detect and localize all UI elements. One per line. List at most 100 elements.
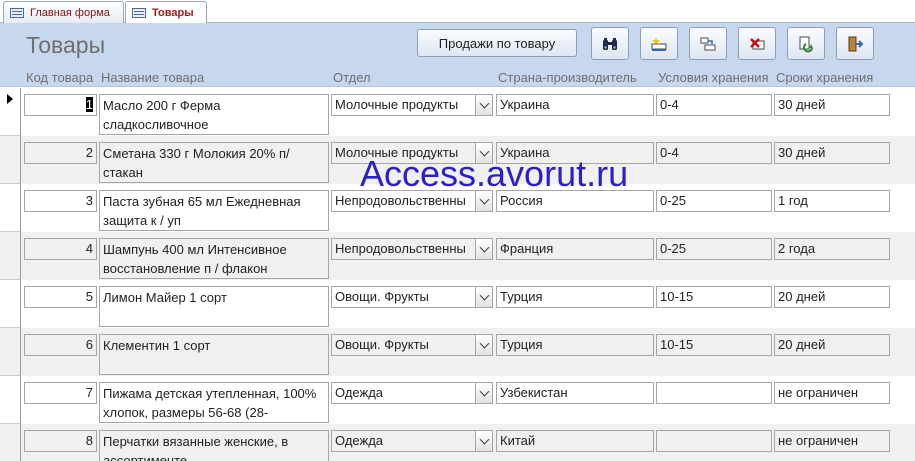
department-value: Овощи. Фрукты — [335, 289, 429, 304]
record-row: 7 Пижама детская утепленная, 100% хлопок… — [0, 376, 915, 424]
find-button[interactable] — [591, 27, 629, 60]
storage-term-field[interactable]: 30 дней — [774, 94, 890, 116]
storage-term-field[interactable]: 30 дней — [774, 142, 890, 164]
product-id-field[interactable]: 5 — [24, 286, 97, 308]
chevron-down-icon[interactable] — [475, 383, 492, 403]
product-name-field[interactable]: Клементин 1 сорт — [99, 334, 329, 375]
chevron-down-icon[interactable] — [475, 239, 492, 259]
form-icon — [10, 7, 24, 18]
storage-term-field[interactable]: 2 года — [774, 238, 890, 260]
product-id-value: 1 — [85, 97, 93, 112]
chevron-down-icon[interactable] — [475, 287, 492, 307]
department-combo[interactable]: Непродовольственны — [331, 190, 493, 212]
column-label-country: Страна-производитель — [498, 70, 637, 85]
product-id-field[interactable]: 6 — [24, 334, 97, 356]
country-field[interactable]: Россия — [496, 190, 654, 212]
storage-term-field[interactable]: 20 дней — [774, 286, 890, 308]
product-name-field[interactable]: Лимон Майер 1 сорт — [99, 286, 329, 327]
refresh-button[interactable] — [787, 27, 825, 60]
department-combo[interactable]: Молочные продукты — [331, 94, 493, 116]
product-id-field[interactable]: 8 — [24, 430, 97, 452]
country-field[interactable]: Франция — [496, 238, 654, 260]
record-selector[interactable] — [0, 376, 21, 424]
storage-term-field[interactable]: не ограничен — [774, 430, 890, 452]
close-form-button[interactable] — [836, 27, 874, 60]
storage-conditions-field[interactable]: 0-4 — [656, 142, 772, 164]
chevron-down-icon[interactable] — [475, 191, 492, 211]
product-name-field[interactable]: Перчатки вязанные женские, в ассортимент… — [99, 430, 329, 461]
department-value: Непродовольственны — [335, 241, 466, 256]
record-row: 1 Масло 200 г Ферма сладкосливочное Моло… — [0, 88, 915, 136]
tab-products[interactable]: Товары — [125, 1, 207, 24]
storage-conditions-field[interactable]: 0-25 — [656, 238, 772, 260]
record-selector[interactable] — [0, 328, 21, 376]
product-name-field[interactable]: Паста зубная 65 мл Ежедневная защита к /… — [99, 190, 329, 231]
column-label-term: Сроки хранения — [776, 70, 874, 85]
country-field[interactable]: Турция — [496, 334, 654, 356]
record-selector[interactable] — [0, 88, 21, 136]
record-selector[interactable] — [0, 184, 21, 232]
department-value: Непродовольственны — [335, 193, 466, 208]
department-combo[interactable]: Овощи. Фрукты — [331, 286, 493, 308]
record-row: 6 Клементин 1 сорт Овощи. Фрукты Турция … — [0, 328, 915, 376]
record-selector[interactable] — [0, 280, 21, 328]
sales-by-product-button[interactable]: Продажи по товару — [417, 29, 577, 57]
product-id-field[interactable]: 3 — [24, 190, 97, 212]
record-selector[interactable] — [0, 232, 21, 280]
tab-label: Товары — [152, 7, 194, 19]
country-field[interactable]: Узбекистан — [496, 382, 654, 404]
department-combo[interactable]: Одежда — [331, 430, 493, 452]
storage-conditions-field[interactable]: 10-15 — [656, 334, 772, 356]
country-field[interactable]: Турция — [496, 286, 654, 308]
chevron-down-icon[interactable] — [475, 143, 492, 163]
form-icon — [132, 8, 146, 18]
department-combo[interactable]: Непродовольственны — [331, 238, 493, 260]
refresh-icon — [799, 36, 813, 52]
delete-record-button[interactable] — [738, 27, 776, 60]
new-record-icon — [651, 36, 667, 51]
record-selector[interactable] — [0, 424, 21, 461]
storage-conditions-field[interactable] — [656, 382, 772, 404]
product-name-field[interactable]: Масло 200 г Ферма сладкосливочное — [99, 94, 329, 135]
country-field[interactable]: Украина — [496, 94, 654, 116]
storage-term-field[interactable]: 20 дней — [774, 334, 890, 356]
country-field[interactable]: Китай — [496, 430, 654, 452]
department-combo[interactable]: Овощи. Фрукты — [331, 334, 493, 356]
record-row: 3 Паста зубная 65 мл Ежедневная защита к… — [0, 184, 915, 232]
column-label-dept: Отдел — [333, 70, 371, 85]
tab-label: Главная форма — [30, 6, 110, 19]
product-id-field[interactable]: 2 — [24, 142, 97, 164]
exit-icon — [848, 36, 864, 51]
product-id-field[interactable]: 4 — [24, 238, 97, 260]
chevron-down-icon[interactable] — [475, 335, 492, 355]
storage-term-field[interactable]: не ограничен — [774, 382, 890, 404]
storage-term-field[interactable]: 1 год — [774, 190, 890, 212]
product-id-field[interactable]: 7 — [24, 382, 97, 404]
document-tab-strip: Главная форма Товары — [0, 0, 915, 24]
record-row: 5 Лимон Майер 1 сорт Овощи. Фрукты Турци… — [0, 280, 915, 328]
department-combo[interactable]: Одежда — [331, 382, 493, 404]
record-selector[interactable] — [0, 136, 21, 184]
save-record-button[interactable] — [689, 27, 727, 60]
chevron-down-icon[interactable] — [475, 431, 492, 451]
binoculars-icon — [603, 37, 617, 50]
department-value: Молочные продукты — [335, 97, 459, 112]
product-name-field[interactable]: Пижама детская утепленная, 100% хлопок, … — [99, 382, 329, 423]
department-value: Одежда — [335, 385, 384, 400]
product-name-field[interactable]: Сметана 330 г Молокия 20% п/стакан — [99, 142, 329, 183]
department-value: Овощи. Фрукты — [335, 337, 429, 352]
department-value: Молочные продукты — [335, 145, 459, 160]
product-id-field[interactable]: 1 — [24, 94, 97, 116]
department-combo[interactable]: Молочные продукты — [331, 142, 493, 164]
storage-conditions-field[interactable]: 0-25 — [656, 190, 772, 212]
product-name-field[interactable]: Шампунь 400 мл Интенсивное восстановлени… — [99, 238, 329, 279]
chevron-down-icon[interactable] — [475, 95, 492, 115]
storage-conditions-field[interactable]: 10-15 — [656, 286, 772, 308]
tab-main-form[interactable]: Главная форма — [3, 1, 124, 23]
country-field[interactable]: Украина — [496, 142, 654, 164]
records-list: 1 Масло 200 г Ферма сладкосливочное Моло… — [0, 88, 915, 461]
column-label-conditions: Условия хранения — [658, 70, 769, 85]
storage-conditions-field[interactable] — [656, 430, 772, 452]
storage-conditions-field[interactable]: 0-4 — [656, 94, 772, 116]
new-record-button[interactable] — [640, 27, 678, 60]
